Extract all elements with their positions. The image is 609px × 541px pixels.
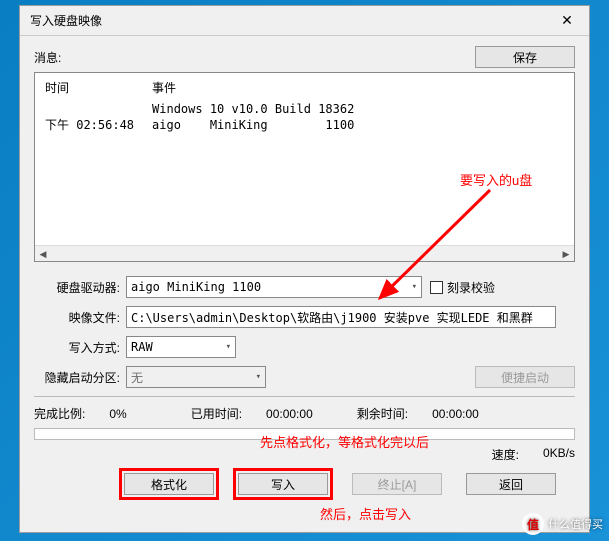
verify-label: 刻录校验 [447, 279, 495, 296]
log-col-time: 时间 [45, 79, 152, 102]
log-box: 时间 事件 Windows 10 v10.0 Build 18362 下午 02… [34, 72, 575, 262]
elapsed-label: 已用时间: [191, 405, 242, 422]
scroll-right-icon[interactable]: ▶ [558, 246, 574, 262]
image-path-field[interactable]: C:\Users\admin\Desktop\软路由\j1900 安装pve 实… [126, 306, 556, 328]
abort-button: 终止[A] [352, 473, 442, 495]
drive-label: 硬盘驱动器: [34, 279, 126, 296]
speed-label: 速度: [492, 446, 519, 463]
speed-value: 0KB/s [543, 446, 575, 463]
progress-bar [34, 428, 575, 440]
verify-checkbox[interactable] [430, 281, 443, 294]
horizontal-scrollbar[interactable]: ◀ ▶ [35, 245, 574, 261]
save-button[interactable]: 保存 [475, 46, 575, 68]
elapsed-value: 00:00:00 [266, 407, 313, 421]
watermark-badge: 值 [522, 513, 544, 535]
write-method-dropdown[interactable]: RAW ▾ [126, 336, 236, 358]
content-area: 消息: 保存 时间 事件 Windows 10 v10.0 Build 1836… [20, 36, 589, 505]
percent-value: 0% [109, 407, 126, 421]
verify-checkbox-wrap[interactable]: 刻录校验 [430, 279, 495, 296]
log-row: 下午 02:56:48 aigo MiniKing 1100 [45, 116, 372, 133]
quick-boot-button: 便捷启动 [475, 366, 575, 388]
hidden-partition-dropdown: 无 ▾ [126, 366, 266, 388]
percent-label: 完成比例: [34, 405, 85, 422]
write-button[interactable]: 写入 [238, 473, 328, 495]
format-button[interactable]: 格式化 [124, 473, 214, 495]
remain-label: 剩余时间: [357, 405, 408, 422]
dialog-window: 写入硬盘映像 ✕ 消息: 保存 时间 事件 Windows 10 v10.0 B… [19, 5, 590, 533]
chevron-down-icon: ▾ [226, 342, 231, 352]
message-label: 消息: [34, 49, 61, 66]
close-button[interactable]: ✕ [545, 6, 589, 36]
back-button[interactable]: 返回 [466, 473, 556, 495]
close-icon: ✕ [561, 12, 573, 29]
remain-value: 00:00:00 [432, 407, 479, 421]
drive-value: aigo MiniKing 1100 [131, 280, 261, 294]
log-row: Windows 10 v10.0 Build 18362 [45, 102, 372, 116]
log-col-event: 事件 [152, 79, 372, 102]
scroll-left-icon[interactable]: ◀ [35, 246, 51, 262]
method-label: 写入方式: [34, 339, 126, 356]
titlebar: 写入硬盘映像 ✕ [20, 6, 589, 36]
hidden-value: 无 [131, 369, 143, 386]
drive-dropdown[interactable]: aigo MiniKing 1100 ▾ [126, 276, 422, 298]
watermark: 值 什么值得买 [522, 513, 603, 535]
chevron-down-icon: ▾ [412, 282, 417, 292]
window-title: 写入硬盘映像 [30, 12, 102, 29]
hidden-label: 隐藏启动分区: [34, 369, 126, 386]
divider [34, 396, 575, 397]
chevron-down-icon: ▾ [256, 372, 261, 382]
image-label: 映像文件: [34, 309, 126, 326]
method-value: RAW [131, 340, 153, 354]
watermark-text: 什么值得买 [548, 516, 603, 532]
